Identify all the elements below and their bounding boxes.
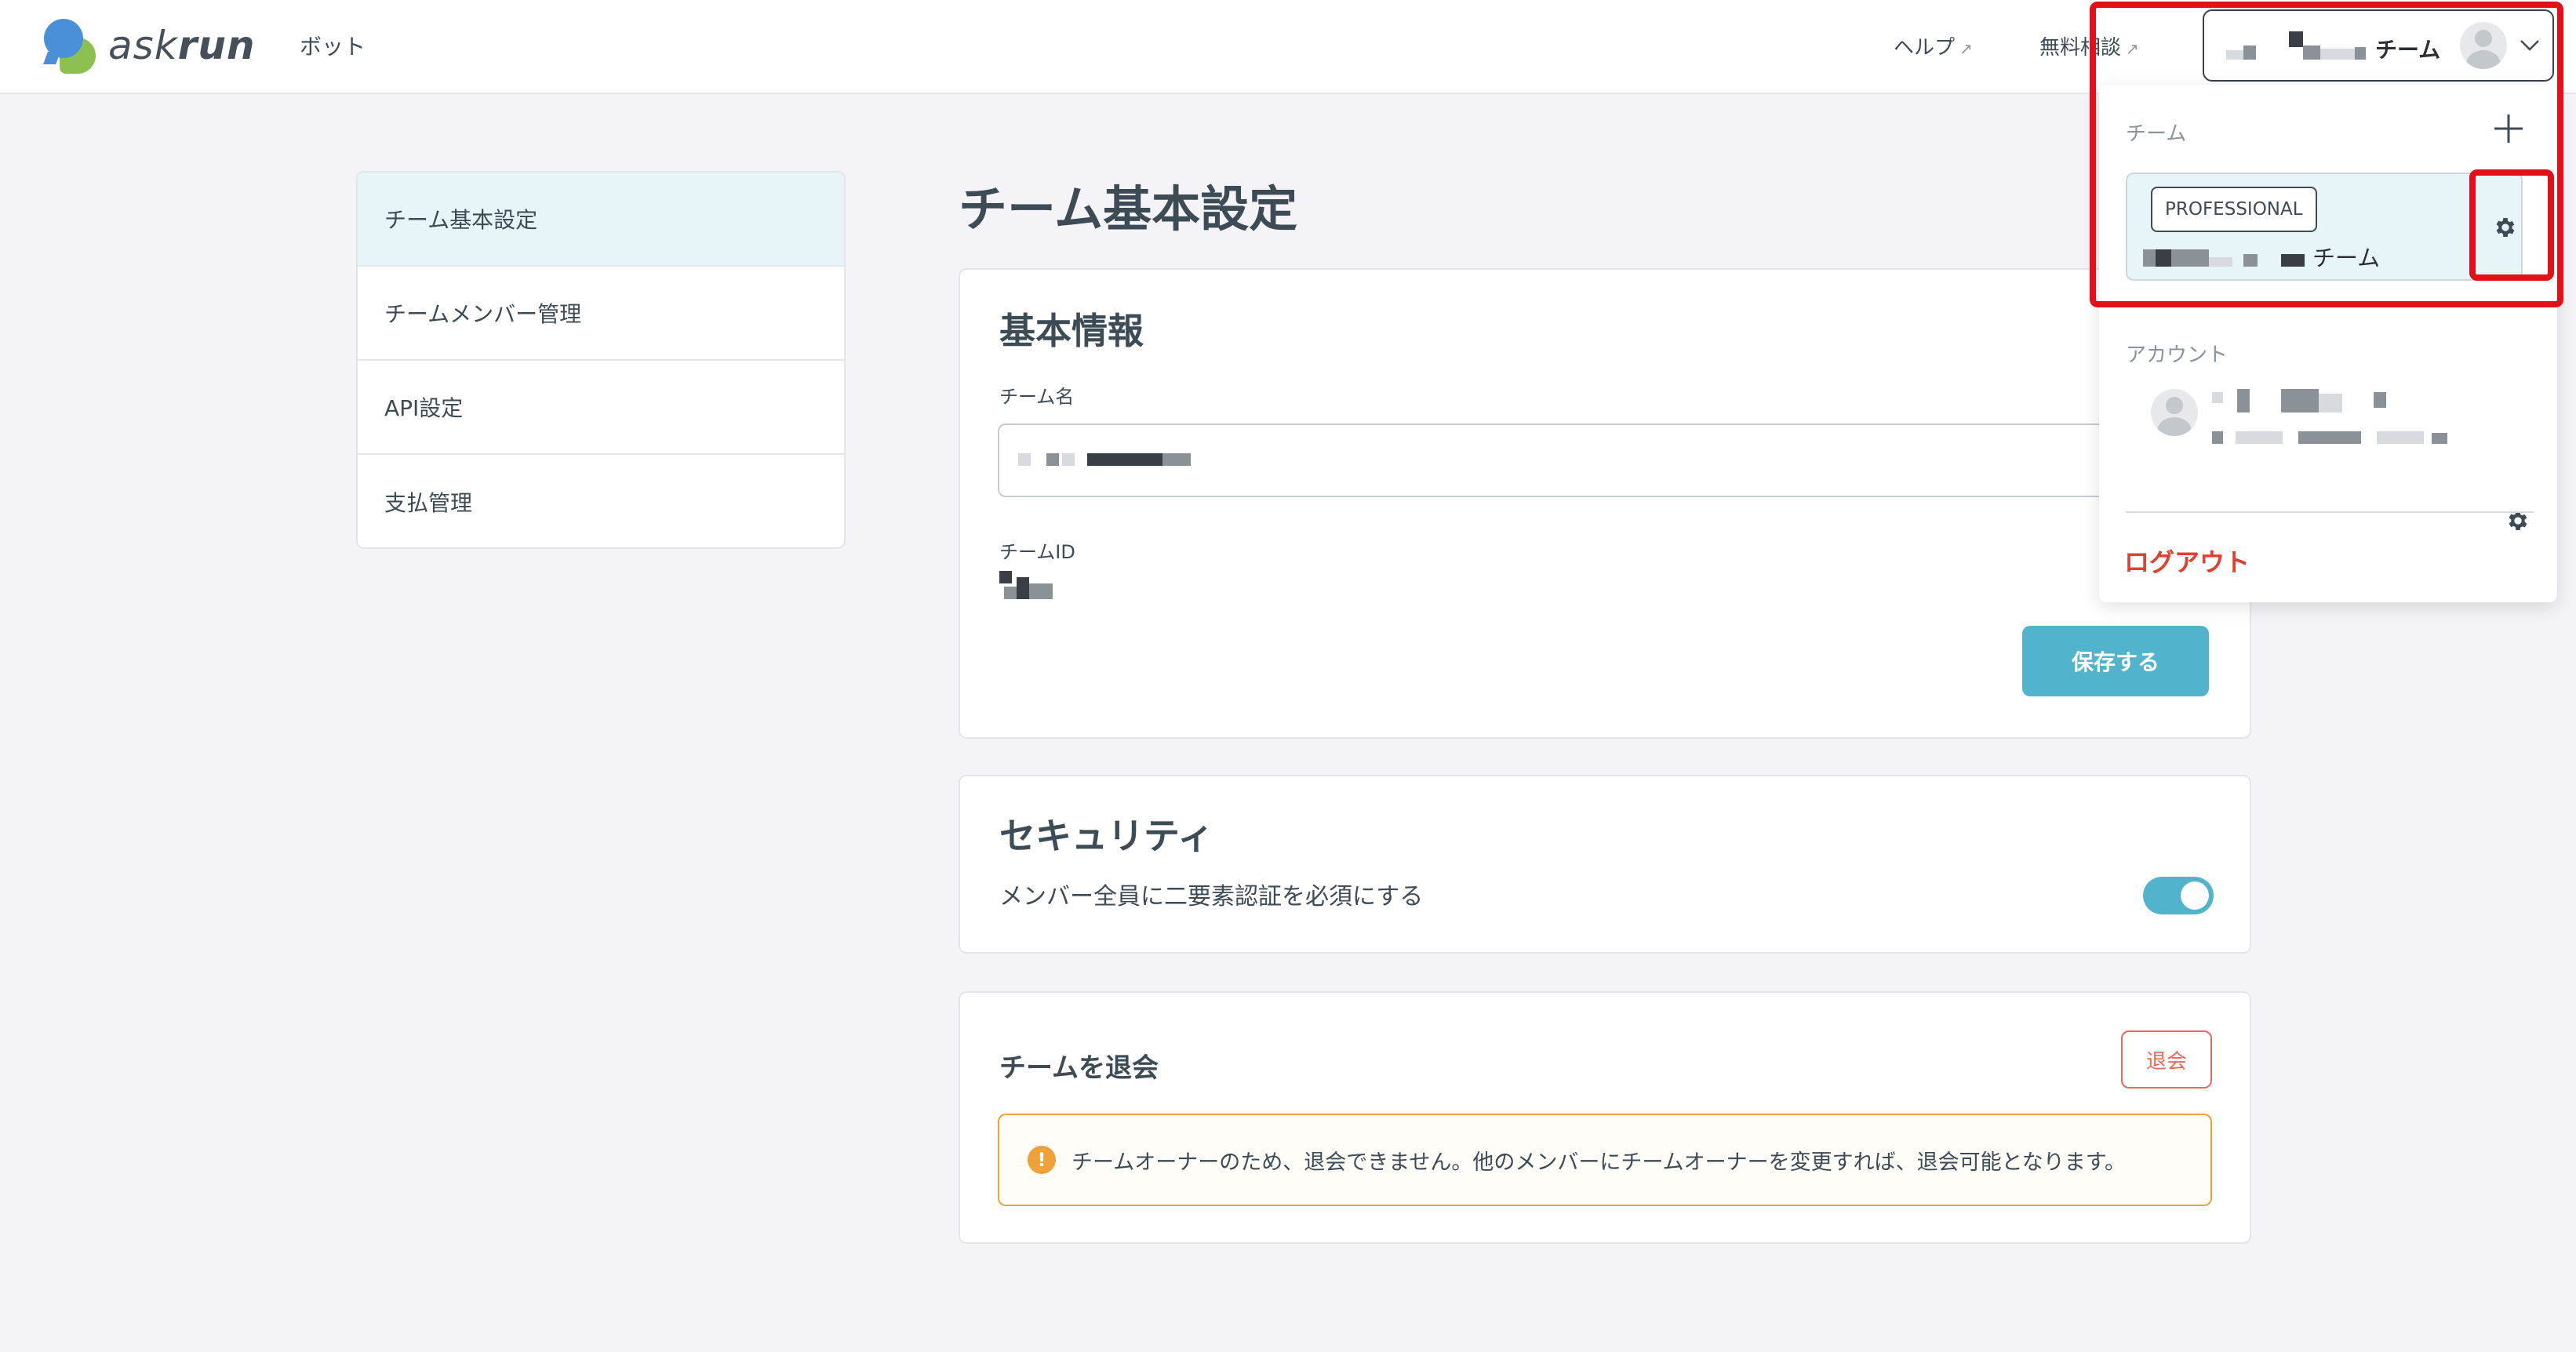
help-link-label: ヘルプ — [1894, 36, 1956, 60]
team-card-name-suffix: チーム — [2312, 245, 2381, 271]
account-row[interactable] — [2126, 386, 2534, 464]
two-factor-toggle[interactable] — [2143, 877, 2214, 914]
chevron-down-icon — [2520, 40, 2539, 51]
gear-icon[interactable] — [2493, 215, 2518, 240]
team-id-label: チームID — [999, 541, 1075, 563]
team-id-value-redacted — [999, 571, 1054, 602]
sidebar-item-label: チーム基本設定 — [384, 207, 538, 233]
owner-warning-box: ! チームオーナーのため、退会できません。他のメンバーにチームオーナーを変更すれ… — [998, 1114, 2212, 1206]
account-info-redacted — [2212, 389, 2455, 447]
team-card[interactable]: PROFESSIONAL チーム — [2126, 173, 2523, 281]
logout-link[interactable]: ログアウト — [2124, 543, 2250, 579]
sidebar-item-payment[interactable]: 支払管理 — [358, 455, 844, 547]
basic-info-title: 基本情報 — [999, 310, 1144, 352]
withdraw-card: チームを退会 退会 ! チームオーナーのため、退会できません。他のメンバーにチー… — [959, 991, 2251, 1244]
consult-link-label: 無料相談 — [2039, 36, 2122, 60]
account-dropdown-menu: チーム PROFESSIONAL チーム アカウント ログアウト — [2099, 85, 2557, 602]
free-consultation-link[interactable]: 無料相談 ↗ — [2039, 31, 2139, 60]
external-link-icon: ↗ — [2126, 39, 2139, 58]
sidebar-item-team-members[interactable]: チームメンバー管理 — [358, 267, 844, 361]
top-header: askrun ボット ヘルプ ↗ 無料相談 ↗ チーム — [0, 0, 2576, 94]
two-factor-label: メンバー全員に二要素認証を必須にする — [999, 883, 1424, 910]
security-card: セキュリティ メンバー全員に二要素認証を必須にする — [959, 775, 2251, 954]
logo-wordmark: askrun — [108, 23, 256, 68]
account-section-label: アカウント — [2126, 343, 2229, 367]
settings-sidebar: チーム基本設定 チームメンバー管理 API設定 支払管理 — [356, 171, 846, 549]
sidebar-item-team-basic-settings[interactable]: チーム基本設定 — [358, 173, 844, 267]
user-avatar-icon — [2151, 389, 2198, 436]
page-title: チーム基本設定 — [959, 180, 1298, 238]
sidebar-item-label: 支払管理 — [384, 490, 473, 516]
team-section-label: チーム — [2126, 122, 2187, 146]
external-link-icon: ↗ — [1959, 39, 1973, 58]
owner-warning-text: チームオーナーのため、退会できません。他のメンバーにチームオーナーを変更すれば、… — [1072, 1150, 2127, 1175]
team-name-redacted — [2143, 243, 2316, 267]
askrun-logo[interactable]: askrun — [41, 17, 256, 74]
sidebar-item-api-settings[interactable]: API設定 — [358, 361, 844, 455]
user-avatar-icon — [2460, 22, 2507, 69]
askrun-logo-icon — [41, 17, 97, 74]
sidebar-item-label: チームメンバー管理 — [384, 301, 582, 327]
team-switcher-label: チーム — [2375, 37, 2441, 63]
withdraw-title: チームを退会 — [999, 1052, 1159, 1084]
plus-icon[interactable] — [2491, 111, 2526, 146]
plan-badge: PROFESSIONAL — [2151, 187, 2317, 232]
sidebar-item-label: API設定 — [384, 395, 464, 421]
warning-icon: ! — [1028, 1146, 1056, 1174]
nav-bot-link[interactable]: ボット — [300, 30, 366, 61]
dropdown-divider — [2126, 511, 2534, 513]
save-button[interactable]: 保存する — [2022, 626, 2209, 696]
basic-info-card: 基本情報 チーム名 チームID 保存する — [959, 268, 2251, 739]
withdraw-button[interactable]: 退会 — [2121, 1030, 2212, 1089]
team-name-label: チーム名 — [999, 386, 1075, 408]
team-switcher-button[interactable]: チーム — [2203, 9, 2554, 82]
team-name-input[interactable] — [998, 423, 2112, 497]
help-link[interactable]: ヘルプ ↗ — [1894, 31, 1973, 60]
security-title: セキュリティ — [999, 815, 1214, 857]
